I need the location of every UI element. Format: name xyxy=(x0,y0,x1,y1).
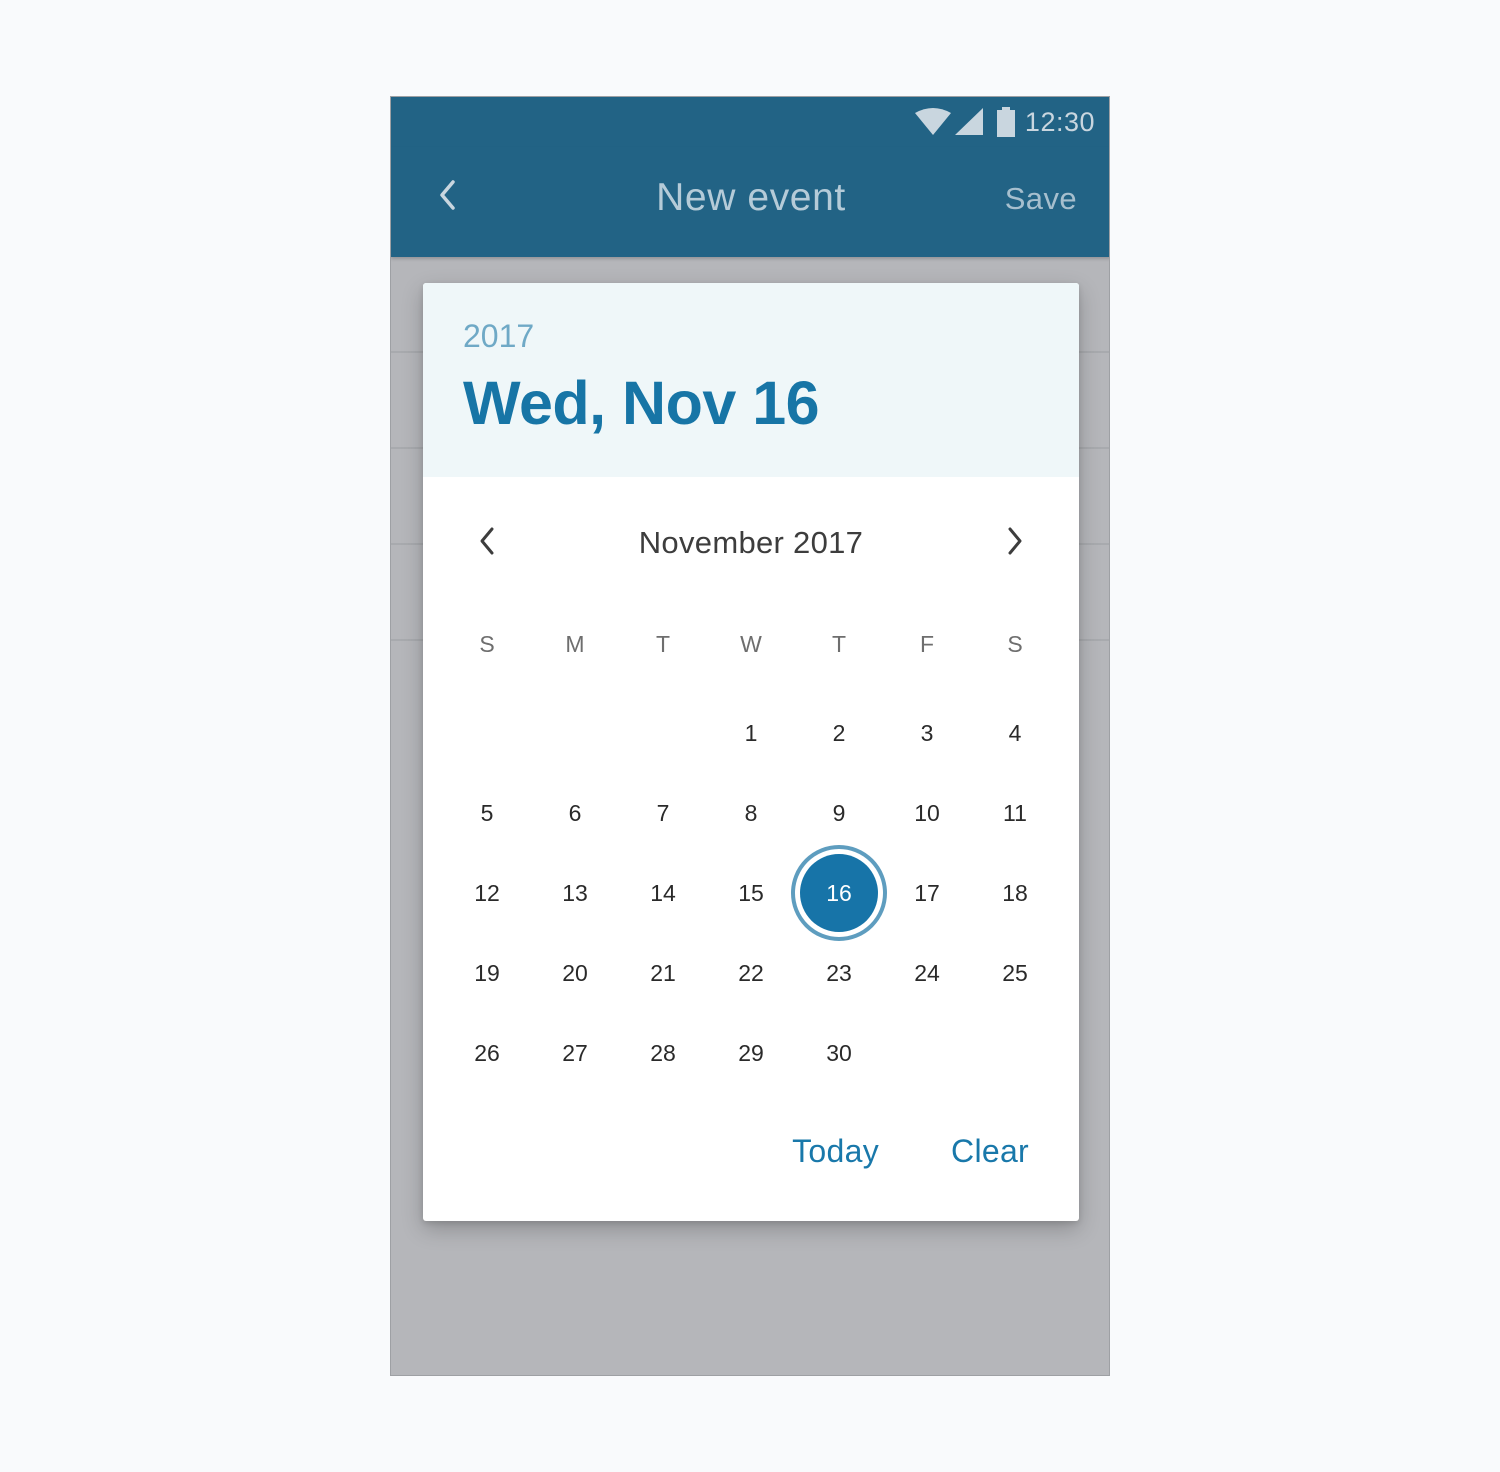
day-number: 28 xyxy=(650,1039,676,1066)
day-number: 7 xyxy=(656,799,670,826)
day-number: 29 xyxy=(738,1039,764,1066)
day-number: 6 xyxy=(568,799,582,826)
weekday-label: T xyxy=(655,631,671,657)
phone-screen: 12:30 New event Save 2017 Wed, Nov 16 No… xyxy=(390,96,1110,1376)
day-number: 20 xyxy=(562,959,588,986)
weekday-label: S xyxy=(1007,631,1023,657)
day-number: 11 xyxy=(1003,799,1027,826)
calendar-day[interactable]: 18 xyxy=(971,853,1059,933)
calendar-day[interactable]: 29 xyxy=(707,1013,795,1093)
header-year[interactable]: 2017 xyxy=(463,317,534,355)
weekday-label: S xyxy=(479,631,495,657)
wifi-icon xyxy=(914,108,951,136)
day-number: 25 xyxy=(1002,959,1028,986)
day-number: 14 xyxy=(650,879,676,906)
day-number: 2 xyxy=(832,719,846,746)
day-number: 9 xyxy=(832,799,846,826)
calendar-day[interactable]: 25 xyxy=(971,933,1059,1013)
calendar-day[interactable]: 30 xyxy=(795,1013,883,1093)
calendar-day[interactable]: 1 xyxy=(707,693,795,773)
day-number: 8 xyxy=(744,799,758,826)
status-bar: 12:30 xyxy=(391,97,1109,147)
date-picker-header: 2017 Wed, Nov 16 xyxy=(423,283,1079,477)
calendar-day[interactable]: 11 xyxy=(971,773,1059,853)
calendar-day[interactable]: 3 xyxy=(883,693,971,773)
day-number: 5 xyxy=(480,799,494,826)
calendar-day[interactable]: 2 xyxy=(795,693,883,773)
calendar-day[interactable]: 4 xyxy=(971,693,1059,773)
status-time: 12:30 xyxy=(1024,107,1095,137)
calendar-empty-cell xyxy=(619,693,707,773)
calendar-day[interactable]: 28 xyxy=(619,1013,707,1093)
app-bar: New event Save xyxy=(391,147,1109,257)
calendar-day[interactable]: 20 xyxy=(531,933,619,1013)
calendar-empty-cell xyxy=(443,693,531,773)
calendar-day[interactable]: 19 xyxy=(443,933,531,1013)
day-number: 26 xyxy=(474,1039,500,1066)
calendar-day[interactable]: 27 xyxy=(531,1013,619,1093)
calendar-day[interactable]: 22 xyxy=(707,933,795,1013)
date-picker-dialog: 2017 Wed, Nov 16 November 2017 SMTWTFS 1… xyxy=(423,283,1079,1221)
calendar-day[interactable]: 26 xyxy=(443,1013,531,1093)
calendar-day[interactable]: 13 xyxy=(531,853,619,933)
day-number: 18 xyxy=(1002,879,1028,906)
day-number: 4 xyxy=(1008,719,1022,746)
calendar-day[interactable]: 21 xyxy=(619,933,707,1013)
battery-icon xyxy=(996,107,1015,137)
day-number: 22 xyxy=(738,959,764,986)
next-month-button[interactable] xyxy=(993,521,1037,565)
day-number: 24 xyxy=(914,959,940,986)
page-title: New event xyxy=(656,176,846,219)
month-label: November 2017 xyxy=(638,525,864,560)
weekday-header-row: SMTWTFS xyxy=(443,627,1059,661)
day-number: 3 xyxy=(920,719,934,746)
weekday-label: T xyxy=(831,631,847,657)
dialog-actions: Today Clear xyxy=(423,1125,1079,1181)
day-number: 10 xyxy=(914,799,940,826)
day-number: 1 xyxy=(744,719,758,746)
day-number: 12 xyxy=(474,879,500,906)
day-number: 23 xyxy=(826,959,852,986)
weekday-label: F xyxy=(919,631,935,657)
month-navigation: November 2017 xyxy=(423,511,1079,575)
weekday-label: M xyxy=(565,631,585,657)
day-number: 21 xyxy=(650,959,676,986)
calendar-day[interactable]: 10 xyxy=(883,773,971,853)
calendar-day[interactable]: 7 xyxy=(619,773,707,853)
day-number: 13 xyxy=(562,879,588,906)
day-number: 16 xyxy=(826,879,852,906)
calendar-day-selected[interactable]: 16 xyxy=(791,845,887,941)
signal-icon xyxy=(954,108,983,136)
chevron-right-icon xyxy=(1006,526,1024,561)
calendar-day[interactable]: 6 xyxy=(531,773,619,853)
weekday-label: W xyxy=(740,631,762,657)
day-number: 30 xyxy=(826,1039,852,1066)
calendar-day[interactable]: 14 xyxy=(619,853,707,933)
calendar-day[interactable]: 24 xyxy=(883,933,971,1013)
calendar-day[interactable]: 8 xyxy=(707,773,795,853)
status-icons: 12:30 xyxy=(914,106,1095,138)
calendar-day[interactable]: 12 xyxy=(443,853,531,933)
calendar-day[interactable]: 5 xyxy=(443,773,531,853)
today-button[interactable]: Today xyxy=(792,1125,879,1177)
calendar-day[interactable]: 23 xyxy=(795,933,883,1013)
day-number: 27 xyxy=(562,1039,588,1066)
calendar-empty-cell xyxy=(531,693,619,773)
calendar-day[interactable]: 15 xyxy=(707,853,795,933)
day-number: 15 xyxy=(738,879,764,906)
save-button[interactable]: Save xyxy=(1005,177,1077,221)
day-number: 17 xyxy=(914,879,940,906)
day-number: 19 xyxy=(474,959,500,986)
calendar-day-grid: 1 2 3 4 5 6 7 8 9 10 11 12 13 14 15 16 17 18 19 20 21 22 23 24 2… xyxy=(443,693,1059,1093)
header-selected-date: Wed, Nov 16 xyxy=(463,369,820,437)
calendar-day[interactable]: 9 xyxy=(795,773,883,853)
calendar-day[interactable]: 17 xyxy=(883,853,971,933)
clear-button[interactable]: Clear xyxy=(951,1125,1029,1177)
